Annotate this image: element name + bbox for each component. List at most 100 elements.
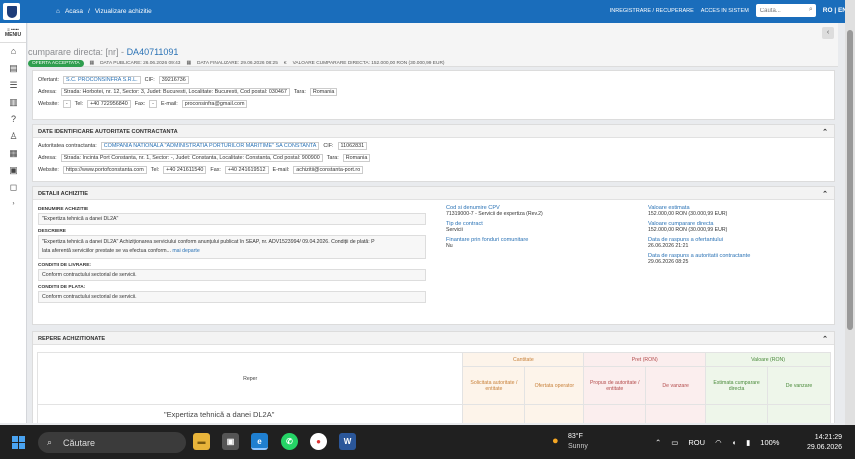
payment-label: CONDITII DE PLATA: — [38, 285, 86, 290]
cpv-value: 71319000-7 - Servicii de expertiza (Rev.… — [446, 211, 543, 217]
col-value-sell: De vanzare — [767, 366, 831, 405]
delivery-label: CONDITII DE LIVRARE: — [38, 263, 92, 268]
table-row: "Expertiza tehnică a danei DL2A" — [36, 404, 831, 423]
taskbar-search[interactable]: ⌕ Căutare — [38, 432, 186, 453]
published-date: DATA PUBLICARE: 26.06.2026 09:43 — [100, 61, 181, 66]
name-label: DENUMIRE ACHIZITIE — [38, 207, 89, 212]
taskbar: ⌕ Căutare ▬ ▣ e ✆ ● W ● 83°F Sunny ⌃ ▭ RO… — [0, 425, 855, 459]
authority-cif: 11062831 — [337, 142, 368, 150]
book-icon[interactable]: ▥ — [0, 94, 27, 111]
cell-price-sell — [645, 404, 707, 423]
file-explorer-icon[interactable]: ▬ — [193, 433, 210, 450]
direct-value: 152.000,00 RON (30.000,99 EUR) — [648, 227, 728, 233]
home-icon[interactable]: ⌂ — [0, 43, 27, 60]
status-badge: OFERTA ACCEPTATA — [28, 60, 84, 67]
top-right-actions: INREGISTRARE / RECUPERARE ACCES IN SISTE… — [610, 4, 847, 17]
chevron-up-icon[interactable]: ⌃ — [655, 438, 661, 447]
offerer-email: proconsinfra@gmail.com — [181, 100, 248, 108]
site-logo[interactable] — [3, 3, 20, 20]
website-label: Website: — [38, 101, 59, 107]
user-icon[interactable]: ♙ — [0, 128, 27, 145]
purchase-name: "Expertiza tehnică a danei DL2A" — [38, 213, 426, 225]
network-icon[interactable]: ▭ — [671, 438, 678, 447]
description-box: "Expertiza tehnică a danei DL2A" Achiziț… — [38, 235, 426, 259]
country-label: Tara: — [293, 89, 306, 95]
search-box: ⌕ — [755, 4, 816, 17]
wifi-icon[interactable]: ◠ — [715, 438, 722, 447]
authority-fax: +40 241619512 — [224, 166, 269, 174]
language-switcher[interactable]: RO | EN — [823, 7, 847, 14]
title-id: DA40711091 — [126, 47, 179, 57]
clock[interactable]: 14:21:29 29.06.2026 — [807, 433, 842, 453]
whatsapp-icon[interactable]: ✆ — [281, 433, 298, 450]
details-right: Valoare estimata 152.000,00 RON (30.000,9… — [648, 201, 833, 265]
app: ⌂ Acasa / Vizualizare achizitie INREGIST… — [0, 0, 855, 459]
col-price-proposed: Propus de autoritate / entitate — [583, 366, 647, 405]
group-quantity: Cantitate — [462, 352, 585, 367]
cif-label: CIF: — [144, 77, 155, 83]
cell-value-estimated — [705, 404, 769, 423]
search-input[interactable] — [755, 4, 802, 17]
menu-label: MENIU — [4, 32, 22, 39]
details-middle: Cod si denumire CPV 71319000-7 - Servicii… — [446, 201, 636, 249]
page-scrollbar[interactable] — [845, 0, 855, 425]
chat-icon[interactable]: ◻ — [0, 179, 27, 196]
windows-start-icon[interactable] — [12, 436, 25, 449]
authority-link[interactable]: COMPANIA NATIONALA "ADMINISTRATIA PORTUR… — [100, 142, 320, 150]
repere-panel: REPERE ACHIZITIONATE ⌃ Reper Cantitate Pr… — [32, 331, 835, 423]
page-meta: OFERTA ACCEPTATA ▦ DATA PUBLICARE: 26.06.… — [28, 60, 445, 67]
authority-panel-heading[interactable]: DATE IDENTIFICARE AUTORITATE CONTRACTANT… — [33, 125, 834, 138]
repere-table: Reper Cantitate Pret (RON) Valoare (RON)… — [36, 352, 831, 423]
photos-icon[interactable]: ▣ — [222, 433, 239, 450]
details-heading: DETALII ACHIZITIE — [38, 191, 89, 197]
fax-label: Fax: — [210, 167, 221, 173]
battery-percent: 100% — [760, 438, 780, 447]
chevron-up-icon[interactable]: ⌃ — [822, 335, 828, 343]
page-header: cumparare directa: [nr] - DA40711091 OFE… — [28, 23, 838, 67]
back-button[interactable]: ‹ — [822, 27, 834, 39]
offerer-link[interactable]: S.C. PROCONSINFRA S.R.L. — [62, 76, 141, 84]
login-link[interactable]: ACCES IN SISTEM — [701, 8, 749, 14]
authority-website: https://www.portofconstanta.com — [62, 166, 147, 174]
battery-icon[interactable]: ▮ — [746, 438, 750, 447]
chevron-up-icon[interactable]: ⌃ — [822, 190, 828, 198]
list-icon[interactable]: ☰ — [0, 77, 27, 94]
description-line-1: "Expertiza tehnică a danei DL2A" Achiziț… — [42, 239, 375, 245]
weather-widget[interactable]: ● 83°F Sunny — [552, 433, 612, 453]
website-label: Website: — [38, 167, 59, 173]
weather-temperature: 83°F — [568, 433, 583, 440]
item-name: "Expertiza tehnică a danei DL2A" — [36, 404, 464, 423]
edge-browser-icon[interactable]: e — [251, 433, 268, 450]
language-indicator[interactable]: ROU — [688, 438, 705, 447]
country-label: Tara: — [326, 155, 339, 161]
col-qty-offered: Ofertata operator — [524, 366, 585, 405]
more-link[interactable]: mai departe — [172, 248, 199, 254]
authority-email: achizitii@constanta-port.ro — [293, 166, 364, 174]
authority-label: Autoritatea contractanta: — [38, 143, 97, 149]
details-panel: DETALII ACHIZITIE ⌃ DENUMIRE ACHIZITIE "E… — [32, 186, 835, 325]
chrome-icon[interactable]: ● — [310, 433, 327, 450]
word-icon[interactable]: W — [339, 433, 356, 450]
details-panel-heading[interactable]: DETALII ACHIZITIE ⌃ — [33, 187, 834, 200]
offer-deadline: 26.06.2026 21:21 — [648, 243, 689, 249]
search-icon[interactable]: ⌕ — [809, 6, 813, 14]
table-group-header: Reper Cantitate Pret (RON) Valoare (RON) — [36, 352, 831, 405]
register-link[interactable]: INREGISTRARE / RECUPERARE — [610, 8, 694, 14]
scrollbar-thumb[interactable] — [847, 30, 853, 330]
help-icon[interactable]: ? — [0, 111, 27, 128]
monitor-icon[interactable]: ▣ — [0, 162, 27, 179]
fax-label: Fax: — [134, 101, 146, 107]
estimated-value: 152.000,00 RON (30.000,99 EUR) — [648, 211, 728, 217]
document-icon[interactable]: ▤ — [0, 60, 27, 77]
breadcrumb-home[interactable]: Acasa — [65, 8, 83, 15]
volume-icon[interactable]: ◖ — [732, 438, 737, 447]
contract-type-value: Servicii — [446, 227, 463, 233]
offerer-website: - — [62, 100, 71, 108]
purchase-value: VALOARE CUMPARARE DIRECTA: 152.000,00 RO… — [292, 61, 445, 66]
menu-button[interactable]: ≡ ••••• MENIU — [0, 23, 26, 43]
main-content: Ofertant: S.C. PROCONSINFRA S.R.L. CIF: 39… — [28, 68, 838, 423]
repere-panel-heading[interactable]: REPERE ACHIZITIONATE ⌃ — [33, 332, 834, 345]
chevron-right-icon[interactable]: › — [0, 196, 27, 213]
grid-icon[interactable]: ▦ — [0, 145, 27, 162]
chevron-up-icon[interactable]: ⌃ — [822, 128, 828, 136]
